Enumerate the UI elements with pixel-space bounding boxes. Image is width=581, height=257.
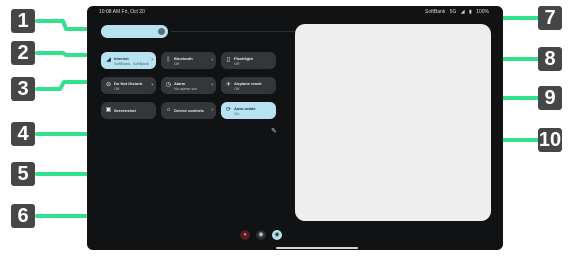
navigation-handle[interactable]	[276, 247, 358, 249]
tile-title: Device controls	[174, 108, 204, 113]
tablet-screen: 10:08 AM Fri, Oct 20 SoftBank 5G ◢ ▮ 100…	[87, 6, 503, 250]
callout-10: 10	[538, 128, 562, 152]
camera-icon[interactable]: ◉	[256, 230, 266, 240]
tile-bluetooth[interactable]: ᛒ Bluetooth Off ›	[161, 52, 216, 69]
tile-do-not-disturb[interactable]: ⊖ Do Not Disturb Off ›	[101, 77, 156, 94]
tile-alarm[interactable]: ◷ Alarm No alarm set ›	[161, 77, 216, 94]
manual-figure: 10:08 AM Fri, Oct 20 SoftBank 5G ◢ ▮ 100…	[0, 0, 581, 257]
eye-icon[interactable]: ◉	[272, 230, 282, 240]
callout-4: 4	[11, 122, 35, 146]
signal-icon: ◢	[460, 9, 465, 15]
chevron-right-icon: ›	[151, 82, 153, 88]
notification-pane	[295, 24, 491, 221]
tile-subtitle: Off	[234, 86, 240, 91]
callout-9: 9	[538, 86, 562, 110]
tile-subtitle: Off	[114, 86, 120, 91]
tile-airplane-mode[interactable]: ✈ Airplane mode Off	[221, 77, 276, 94]
alarm-icon: ◷	[165, 82, 172, 88]
home-icon: ⌂	[166, 107, 171, 113]
tile-subtitle: No alarm set	[174, 86, 197, 91]
callout-8: 8	[538, 47, 562, 71]
airplane-icon: ✈	[225, 82, 232, 88]
signal-icon: ◢	[106, 57, 111, 63]
rotate-icon: ⟳	[225, 107, 232, 113]
callout-3: 3	[11, 77, 35, 101]
tile-subtitle: SoftBank, SoftBank	[114, 61, 149, 66]
callout-5: 5	[11, 162, 35, 186]
callout-7: 7	[538, 6, 562, 30]
callout-6: 6	[11, 204, 35, 228]
tile-internet[interactable]: ◢ Internet SoftBank, SoftBank ›	[101, 52, 156, 69]
edit-icon[interactable]: ✎	[271, 127, 277, 135]
status-time: 10:08 AM Fri, Oct 20	[99, 9, 145, 15]
dnd-icon: ⊖	[105, 82, 112, 88]
tile-subtitle: Off	[174, 61, 180, 66]
screenshot-icon: ▣	[105, 107, 112, 113]
chevron-right-icon: ›	[211, 107, 213, 113]
battery-icon: ▮	[469, 9, 472, 15]
tile-title: Screenshot	[114, 108, 136, 113]
battery-level: 100%	[476, 9, 489, 15]
tile-subtitle: On	[234, 111, 240, 116]
brightness-icon	[158, 28, 165, 35]
flashlight-icon: ▯	[226, 57, 231, 63]
chevron-right-icon: ›	[211, 57, 213, 63]
bluetooth-icon: ᛒ	[166, 57, 171, 63]
mic-icon[interactable]: ●	[240, 230, 250, 240]
tile-device-controls[interactable]: ⌂ Device controls ›	[161, 102, 216, 119]
callout-2: 2	[11, 41, 35, 65]
brightness-slider[interactable]	[101, 25, 168, 38]
chevron-right-icon: ›	[151, 57, 153, 63]
status-bar: 10:08 AM Fri, Oct 20 SoftBank 5G ◢ ▮ 100…	[87, 6, 503, 18]
chevron-right-icon: ›	[211, 82, 213, 88]
status-right: SoftBank 5G ◢ ▮ 100%	[425, 9, 489, 15]
tile-flashlight[interactable]: ▯ Flashlight Off	[221, 52, 276, 69]
carrier-label: SoftBank	[425, 9, 446, 15]
network-label: 5G	[449, 9, 457, 15]
tile-subtitle: Off	[234, 61, 240, 66]
tile-auto-rotate[interactable]: ⟳ Auto-rotate On	[221, 102, 276, 119]
callout-1: 1	[11, 9, 35, 33]
tile-screenshot[interactable]: ▣ Screenshot	[101, 102, 156, 119]
